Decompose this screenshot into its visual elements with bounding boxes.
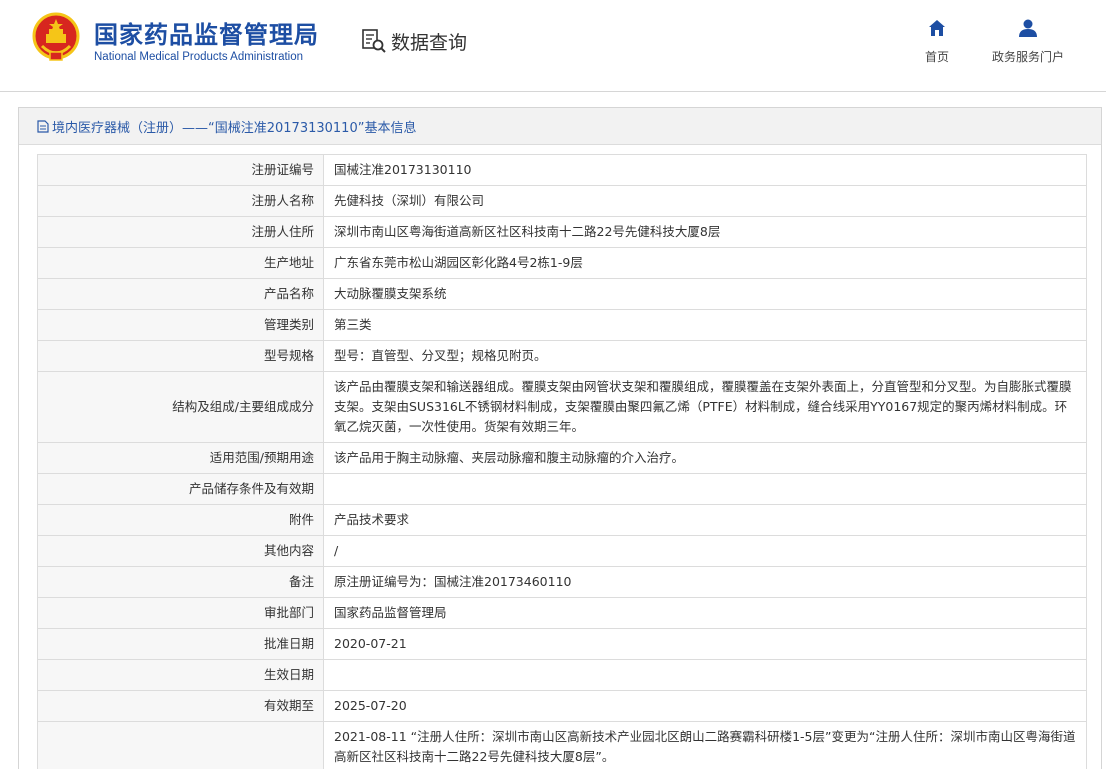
detail-panel: 境内医疗器械（注册）——“国械注准20173130110”基本信息 注册证编号 …: [18, 107, 1102, 769]
table-row: 备注 原注册证编号为：国械注准20173460110: [37, 566, 1087, 598]
row-value: 原注册证编号为：国械注准20173460110: [323, 566, 1087, 598]
row-label: 批准日期: [37, 628, 324, 660]
query-title: 数据查询: [391, 31, 468, 54]
row-value: /: [323, 535, 1087, 567]
org-name-en: National Medical Products Administration: [94, 51, 304, 63]
row-label: 生效日期: [37, 659, 324, 691]
table-row: 附件 产品技术要求: [37, 504, 1087, 536]
row-value: 2025-07-20: [323, 690, 1087, 722]
row-label: 结构及组成/主要组成成分: [37, 371, 324, 443]
row-value: 产品技术要求: [323, 504, 1087, 536]
row-value: 该产品用于胸主动脉瘤、夹层动脉瘤和腹主动脉瘤的介入治疗。: [323, 442, 1087, 474]
row-label: 适用范围/预期用途: [37, 442, 324, 474]
table-row: 其他内容 /: [37, 535, 1087, 567]
row-label: 有效期至: [37, 690, 324, 722]
data-query-heading: 数据查询: [361, 26, 467, 56]
national-emblem-icon: [32, 12, 80, 61]
table-row: 2021-08-11 “注册人住所：深圳市南山区高新技术产业园北区朗山二路赛霸科…: [37, 721, 1087, 769]
row-label: 注册人名称: [37, 185, 324, 217]
nav-service-portal[interactable]: 政务服务门户: [984, 18, 1072, 65]
row-label: 型号规格: [37, 340, 324, 372]
nav-home-label: 首页: [924, 50, 949, 64]
table-row: 适用范围/预期用途 该产品用于胸主动脉瘤、夹层动脉瘤和腹主动脉瘤的介入治疗。: [37, 442, 1087, 474]
row-value: 2021-08-11 “注册人住所：深圳市南山区高新技术产业园北区朗山二路赛霸科…: [323, 721, 1087, 769]
row-label: 管理类别: [37, 309, 324, 341]
row-value: 广东省东莞市松山湖园区彰化路4号2栋1-9层: [323, 247, 1087, 279]
table-row: 有效期至 2025-07-20: [37, 690, 1087, 722]
row-value: 深圳市南山区粤海街道高新区社区科技南十二路22号先健科技大厦8层: [323, 216, 1087, 248]
row-value: 型号：直管型、分叉型；规格见附页。: [323, 340, 1087, 372]
row-value: [323, 473, 1087, 505]
table-row: 生效日期: [37, 659, 1087, 691]
row-value: 2020-07-21: [323, 628, 1087, 660]
row-label: 备注: [37, 566, 324, 598]
row-label: 注册证编号: [37, 154, 324, 186]
nav-home[interactable]: 首页: [918, 18, 956, 65]
table-row: 结构及组成/主要组成成分 该产品由覆膜支架和输送器组成。覆膜支架由网管状支架和覆…: [37, 371, 1087, 443]
header-divider: [0, 91, 1106, 92]
row-label: 附件: [37, 504, 324, 536]
site-header: 国家药品监督管理局 National Medical Products Admi…: [0, 0, 1106, 92]
table-row: 注册人名称 先健科技（深圳）有限公司: [37, 185, 1087, 217]
row-label: [37, 721, 324, 769]
panel-title: 境内医疗器械（注册）——“国械注准20173130110”基本信息: [52, 120, 417, 136]
row-label: 审批部门: [37, 597, 324, 629]
org-name-cn: 国家药品监督管理局: [94, 21, 319, 49]
home-icon: [929, 20, 945, 36]
row-label: 生产地址: [37, 247, 324, 279]
user-icon: [1019, 19, 1037, 37]
data-search-icon: [362, 29, 386, 53]
table-row: 型号规格 型号：直管型、分叉型；规格见附页。: [37, 340, 1087, 372]
table-row: 注册证编号 国械注准20173130110: [37, 154, 1087, 186]
table-row: 生产地址 广东省东莞市松山湖园区彰化路4号2栋1-9层: [37, 247, 1087, 279]
table-row: 批准日期 2020-07-21: [37, 628, 1087, 660]
table-row: 注册人住所 深圳市南山区粤海街道高新区社区科技南十二路22号先健科技大厦8层: [37, 216, 1087, 248]
row-value: [323, 659, 1087, 691]
row-label: 产品名称: [37, 278, 324, 310]
row-label: 产品储存条件及有效期: [37, 473, 324, 505]
table-row: 产品名称 大动脉覆膜支架系统: [37, 278, 1087, 310]
row-value: 先健科技（深圳）有限公司: [323, 185, 1087, 217]
row-label: 注册人住所: [37, 216, 324, 248]
table-row: 审批部门 国家药品监督管理局: [37, 597, 1087, 629]
registration-info-table: 注册证编号 国械注准20173130110 注册人名称 先健科技（深圳）有限公司…: [37, 154, 1087, 769]
row-value: 大动脉覆膜支架系统: [323, 278, 1087, 310]
panel-header: 境内医疗器械（注册）——“国械注准20173130110”基本信息: [19, 108, 1101, 145]
row-value: 国家药品监督管理局: [323, 597, 1087, 629]
table-row: 管理类别 第三类: [37, 309, 1087, 341]
table-row: 产品储存条件及有效期: [37, 473, 1087, 505]
row-label: 其他内容: [37, 535, 324, 567]
nav-service-portal-label: 政务服务门户: [991, 50, 1064, 64]
row-value: 该产品由覆膜支架和输送器组成。覆膜支架由网管状支架和覆膜组成，覆膜覆盖在支架外表…: [323, 371, 1087, 443]
document-icon: [37, 119, 49, 133]
row-value: 第三类: [323, 309, 1087, 341]
row-value: 国械注准20173130110: [323, 154, 1087, 186]
